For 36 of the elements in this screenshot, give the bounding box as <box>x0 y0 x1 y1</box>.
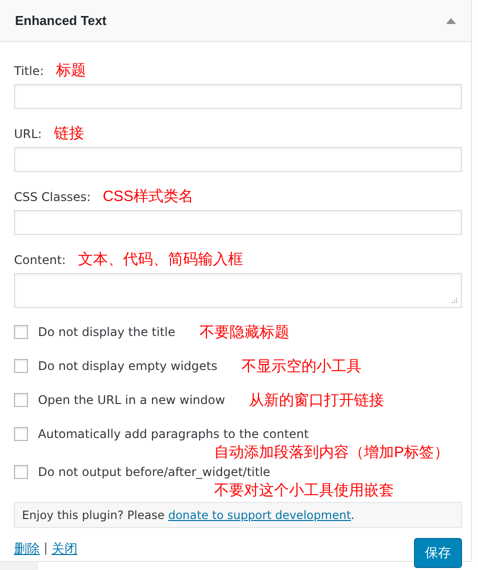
close-link[interactable]: 关闭 <box>51 540 78 558</box>
checkbox-label: Do not display the title <box>38 325 176 339</box>
checkbox-label: Do not output before/after_widget/title <box>38 465 270 479</box>
donate-link[interactable]: donate to support development <box>168 508 351 522</box>
donate-text: Enjoy this plugin? Please donate to support development. <box>22 508 355 522</box>
field-label: CSS Classes: <box>14 190 91 206</box>
collapse-arrow-icon[interactable] <box>446 18 456 24</box>
annotation: 从新的窗口打开链接 <box>249 390 384 410</box>
annotation: 不要对这个小工具使用嵌套 <box>214 482 394 500</box>
annotation: 自动添加段落到内容（增加P标签） <box>214 444 450 462</box>
text-input[interactable] <box>14 147 462 172</box>
checkbox[interactable] <box>14 427 28 441</box>
field-label: Content: <box>14 253 66 269</box>
checkbox[interactable] <box>14 359 28 373</box>
checkbox-label: Open the URL in a new window <box>38 393 226 407</box>
annotation: CSS样式类名 <box>102 187 194 206</box>
checkbox-label: Automatically add paragraphs to the content <box>38 427 309 441</box>
field-label: Title: <box>14 64 44 80</box>
widget-title: Enhanced Text <box>15 13 107 28</box>
checkbox-label: Do not display empty widgets <box>38 359 218 373</box>
annotation: 不显示空的小工具 <box>241 356 362 376</box>
checkbox[interactable] <box>14 465 28 479</box>
annotation: 链接 <box>54 124 84 143</box>
widget-header[interactable]: Enhanced Text <box>0 0 471 42</box>
field-label: URL: <box>14 127 42 143</box>
annotation: 标题 <box>56 61 86 80</box>
save-button[interactable]: 保存 <box>414 538 462 568</box>
text-input[interactable] <box>14 210 462 235</box>
content-textarea[interactable] <box>14 273 462 308</box>
delete-link[interactable]: 删除 <box>14 540 40 558</box>
checkbox[interactable] <box>14 393 28 407</box>
checkbox[interactable] <box>14 325 28 339</box>
annotation: 不要隐藏标题 <box>199 322 290 342</box>
separator: | <box>44 540 48 557</box>
annotation: 文本、代码、简码输入框 <box>78 250 243 269</box>
text-input[interactable] <box>14 84 462 109</box>
